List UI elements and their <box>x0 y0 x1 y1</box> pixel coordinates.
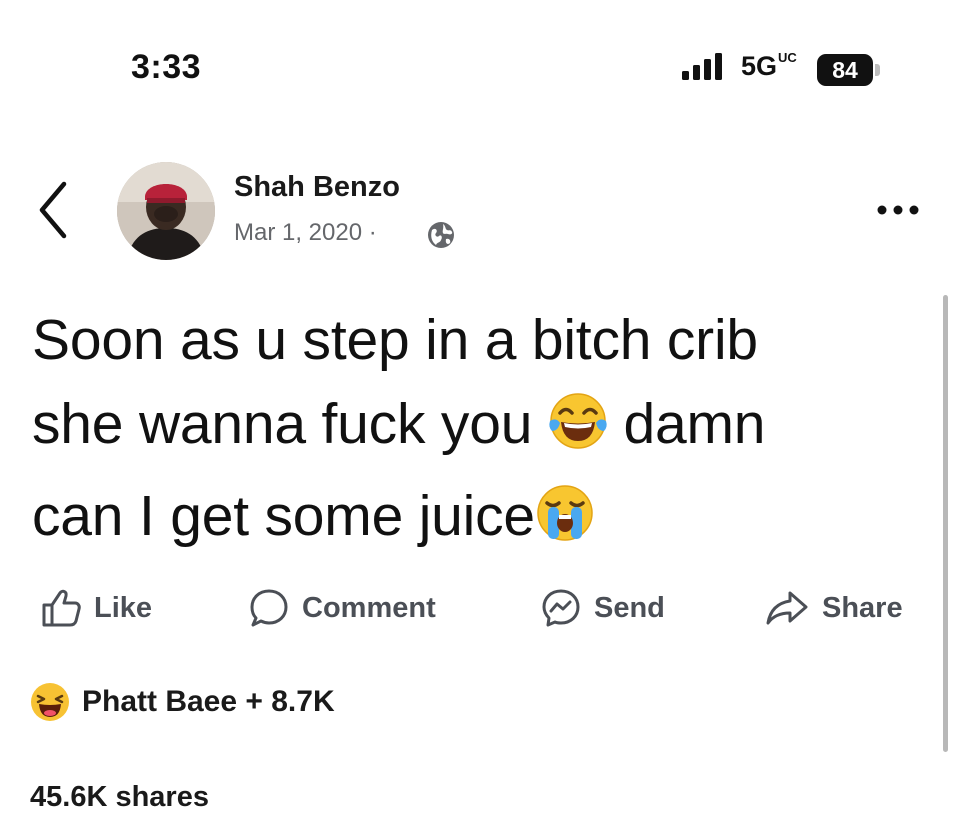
network-indicator: 5GUC <box>741 50 797 82</box>
post-text-segment: she wanna fuck you <box>32 392 533 456</box>
post-text-segment: can I get some juice <box>32 484 535 548</box>
messenger-icon <box>542 589 580 627</box>
share-arrow-icon <box>766 591 808 625</box>
send-button[interactable]: Send <box>540 578 665 638</box>
globe-icon <box>426 220 456 250</box>
status-time: 3:33 <box>131 48 202 86</box>
like-label: Like <box>94 591 153 624</box>
post-text-segment: damn <box>623 392 766 456</box>
chevron-left-icon <box>39 181 67 239</box>
thumbs-up-icon <box>42 589 81 627</box>
like-button[interactable]: Like <box>40 578 152 638</box>
battery-level: 84 <box>832 57 858 83</box>
more-options-button[interactable] <box>868 190 928 230</box>
network-label: 5G <box>741 51 778 81</box>
avatar-image <box>117 162 215 260</box>
scrollbar[interactable] <box>943 295 948 752</box>
reactions-summary[interactable]: Phatt Baee + 8.7K <box>30 680 335 724</box>
battery-tip <box>875 64 880 76</box>
haha-reaction-icon <box>31 683 69 721</box>
post-date[interactable]: Mar 1, 2020 · <box>234 219 377 247</box>
more-horizontal-icon <box>877 205 919 215</box>
reactions-text: Phatt Baee + 8.7K <box>82 685 335 718</box>
post-actions: Like Comment Send Share <box>0 578 959 638</box>
signal-icon <box>682 52 728 80</box>
loudly-crying-face-icon <box>535 482 595 566</box>
back-button[interactable] <box>30 170 80 250</box>
battery-icon: 84 <box>817 54 873 86</box>
avatar[interactable] <box>117 162 215 260</box>
share-label: Share <box>822 591 903 624</box>
post-text-line-1: Soon as u step in a bitch crib <box>32 308 758 372</box>
network-sup: UC <box>778 50 797 65</box>
face-with-tears-of-joy-icon <box>548 390 608 474</box>
comment-icon <box>250 589 288 627</box>
share-button[interactable]: Share <box>764 578 903 638</box>
shares-count[interactable]: 45.6K shares <box>30 781 209 814</box>
comment-label: Comment <box>302 591 436 624</box>
post-text: Soon as u step in a bitch crib she wanna… <box>32 298 922 566</box>
comment-button[interactable]: Comment <box>248 578 436 638</box>
post-text-line-2: she wanna fuck you damn <box>32 382 922 474</box>
send-label: Send <box>594 591 665 624</box>
status-bar: 3:33 5GUC 84 <box>0 0 959 110</box>
post-text-line-3: can I get some juice <box>32 474 922 566</box>
author-name[interactable]: Shah Benzo <box>234 171 400 204</box>
